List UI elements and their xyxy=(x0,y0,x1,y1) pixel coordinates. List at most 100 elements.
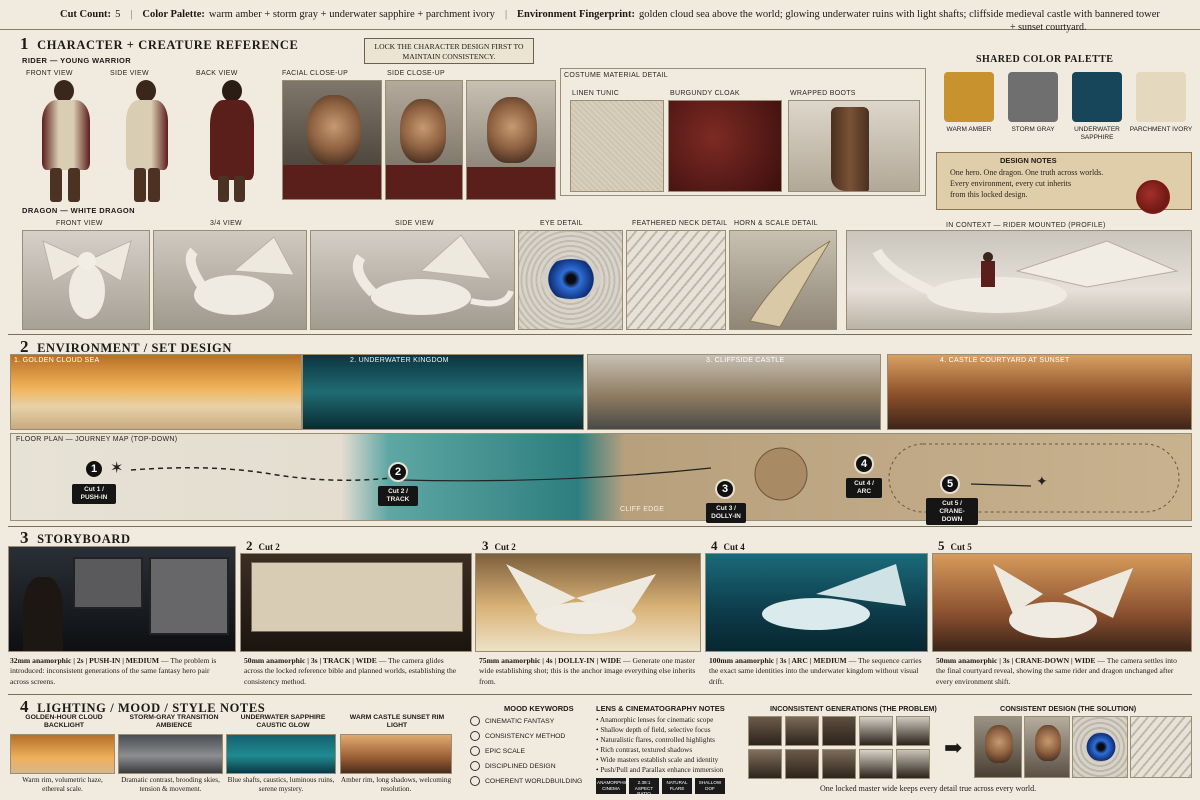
linen-swatch-image xyxy=(570,100,664,192)
rider-front-image xyxy=(36,80,96,202)
lighting-4-title: WARM CASTLE SUNSET RIM LIGHT xyxy=(349,714,445,730)
rider-front-caption: FRONT VIEW xyxy=(26,70,73,77)
lens-note-5: • Wide masters establish scale and ident… xyxy=(596,756,719,764)
lighting-3-image xyxy=(226,734,336,774)
separator: | xyxy=(130,9,133,20)
rider-side-image xyxy=(120,80,172,202)
palette-value: warm amber + storm gray + underwater sap… xyxy=(208,9,495,20)
lens-note-3: • Naturalistic flares, controlled highli… xyxy=(596,736,715,744)
lens-note-4: • Rich contrast, textured shadows xyxy=(596,746,693,754)
mood-keyword-1: CINEMATIC FANTASY xyxy=(470,716,554,726)
wax-seal-icon xyxy=(1136,180,1170,214)
rider-sideclose-image xyxy=(385,80,463,200)
env-3-caption: 3. CLIFFSIDE CASTLE xyxy=(706,357,785,364)
cut-2-badge: 2 xyxy=(388,462,408,482)
problem-title: INCONSISTENT GENERATIONS (THE PROBLEM) xyxy=(770,704,937,713)
storyboard-2-image xyxy=(240,553,472,652)
dragon-eye-caption: EYE DETAIL xyxy=(540,220,583,227)
env-value: golden cloud sea above the world; glowin… xyxy=(638,9,1160,20)
env-1-caption: 1. GOLDEN CLOUD SEA xyxy=(14,357,100,364)
problem-thumbnail xyxy=(859,716,893,746)
env-value-cont: + sunset courtyard. xyxy=(1010,22,1087,33)
mood-keyword-2: CONSISTENCY METHOD xyxy=(470,731,565,741)
cut-count-value: 5 xyxy=(115,9,121,20)
problem-thumbnail xyxy=(748,716,782,746)
solution-face-1 xyxy=(974,716,1022,778)
storyboard-3-image xyxy=(475,553,701,652)
rider-side-caption: SIDE VIEW xyxy=(110,70,149,77)
problem-thumbnail xyxy=(785,716,819,746)
dragon-silhouette-icon: ✦ xyxy=(1036,474,1048,490)
material-boots-caption: WRAPPED BOOTS xyxy=(790,90,856,97)
globe-icon xyxy=(470,776,480,786)
rider-threequarter-image xyxy=(466,80,556,200)
chain-icon xyxy=(470,731,480,741)
problem-thumbnail xyxy=(785,749,819,779)
dragon-label: DRAGON — WHITE DRAGON xyxy=(22,206,135,215)
env-golden-cloud-sea xyxy=(10,354,302,430)
dragon-neck-image xyxy=(626,230,726,330)
material-linen-caption: LINEN TUNIC xyxy=(572,90,620,97)
dragon-side-image xyxy=(310,230,515,330)
solution-scales xyxy=(1130,716,1192,778)
lens-note-6: • Push/Pull and Parallax enhance immersi… xyxy=(596,766,724,774)
palette-swatch xyxy=(1008,72,1058,122)
dragon-eye-image xyxy=(518,230,623,330)
dragon-horn-image xyxy=(729,230,837,330)
palette-label: Color Palette: xyxy=(142,9,205,20)
section-title: STORYBOARD xyxy=(37,532,131,546)
section-title: CHARACTER + CREATURE REFERENCE xyxy=(37,38,299,52)
cloak-swatch-image xyxy=(668,100,782,192)
env-2-caption: 2. UNDERWATER KINGDOM xyxy=(350,357,449,364)
problem-thumbnail xyxy=(748,749,782,779)
mood-keyword-3: EPIC SCALE xyxy=(470,746,525,756)
design-notes-line-2: Every environment, every cut inherits xyxy=(950,179,1072,188)
lighting-2-desc: Dramatic contrast, brooding skies, tensi… xyxy=(121,776,220,794)
design-notes-line-1: One hero. One dragon. One truth across w… xyxy=(950,168,1104,177)
lens-note-2: • Shallow depth of field, selective focu… xyxy=(596,726,711,734)
star-icon: ✶ xyxy=(110,458,124,477)
cut-3-label: Cut 3 / DOLLY-IN xyxy=(706,503,746,523)
lens-title: LENS & CINEMATOGRAPHY NOTES xyxy=(596,704,725,713)
dragon-side-caption: SIDE VIEW xyxy=(395,220,434,227)
mood-keyword-4: DISCIPLINED DESIGN xyxy=(470,761,556,771)
problem-thumbnail xyxy=(896,716,930,746)
lighting-3-desc: Blue shafts, caustics, luminous ruins, s… xyxy=(227,776,335,794)
lighting-3-title: UNDERWATER SAPPHIRE CAUSTIC GLOW xyxy=(240,714,326,730)
storyboard-3-number: 3 Cut 2 xyxy=(482,538,516,553)
dragon-front-image xyxy=(22,230,150,330)
problem-thumbnail xyxy=(822,749,856,779)
dragon-horn-caption: HORN & SCALE DETAIL xyxy=(734,220,818,227)
section-number: 3 xyxy=(20,528,30,547)
palette-swatch-label: PARCHMENT IVORY xyxy=(1129,126,1193,133)
storyboard-2-number: 2 Cut 2 xyxy=(246,538,280,553)
chip-flare: NATURAL FLARE xyxy=(662,778,692,794)
section-number: 1 xyxy=(20,34,30,53)
storyboard-5-text: 50mm anamorphic | 3s | CRANE-DOWN | WIDE… xyxy=(936,656,1177,686)
lighting-4-desc: Amber rim, long shadows, welcoming resol… xyxy=(340,776,452,794)
rider-face-caption: FACIAL CLOSE-UP xyxy=(282,70,349,77)
floor-plan-caption: FLOOR PLAN — JOURNEY MAP (TOP-DOWN) xyxy=(16,436,178,443)
compass-icon xyxy=(470,761,480,771)
cut-5-badge: 5 xyxy=(940,474,960,494)
chip-dof: SHALLOW DOF xyxy=(695,778,725,794)
boots-swatch-image xyxy=(788,100,920,192)
lock-note: LOCK THE CHARACTER DESIGN FIRST TO MAINT… xyxy=(364,38,534,64)
lens-note-1: • Anamorphic lenses for cinematic scope xyxy=(596,716,714,724)
chip-anamorphic: ANAMORPHIC CINEMA xyxy=(596,778,628,794)
problem-thumbnail xyxy=(859,749,893,779)
cut-3-badge: 3 xyxy=(715,479,735,499)
storyboard-4-number: 4 Cut 4 xyxy=(711,538,745,553)
rider-sideclose-caption: SIDE CLOSE-UP xyxy=(387,70,445,77)
costume-caption: COSTUME MATERIAL DETAIL xyxy=(564,72,669,79)
dragon-34-caption: 3/4 VIEW xyxy=(210,220,242,227)
storyboard-1-text: 32mm anamorphic | 2s | PUSH-IN | MEDIUM … xyxy=(10,656,217,686)
arrow-right-icon: ➡ xyxy=(944,736,963,761)
floor-plan-map xyxy=(10,433,1192,521)
mood-keyword-5: COHERENT WORLDBUILDING xyxy=(470,776,582,786)
env-castle-courtyard xyxy=(887,354,1192,430)
storyboard-5-image xyxy=(932,553,1192,652)
storyboard-4-image xyxy=(705,553,928,652)
solution-face-2 xyxy=(1024,716,1070,778)
lighting-1-desc: Warm rim, volumetric haze, ethereal scal… xyxy=(22,776,103,794)
